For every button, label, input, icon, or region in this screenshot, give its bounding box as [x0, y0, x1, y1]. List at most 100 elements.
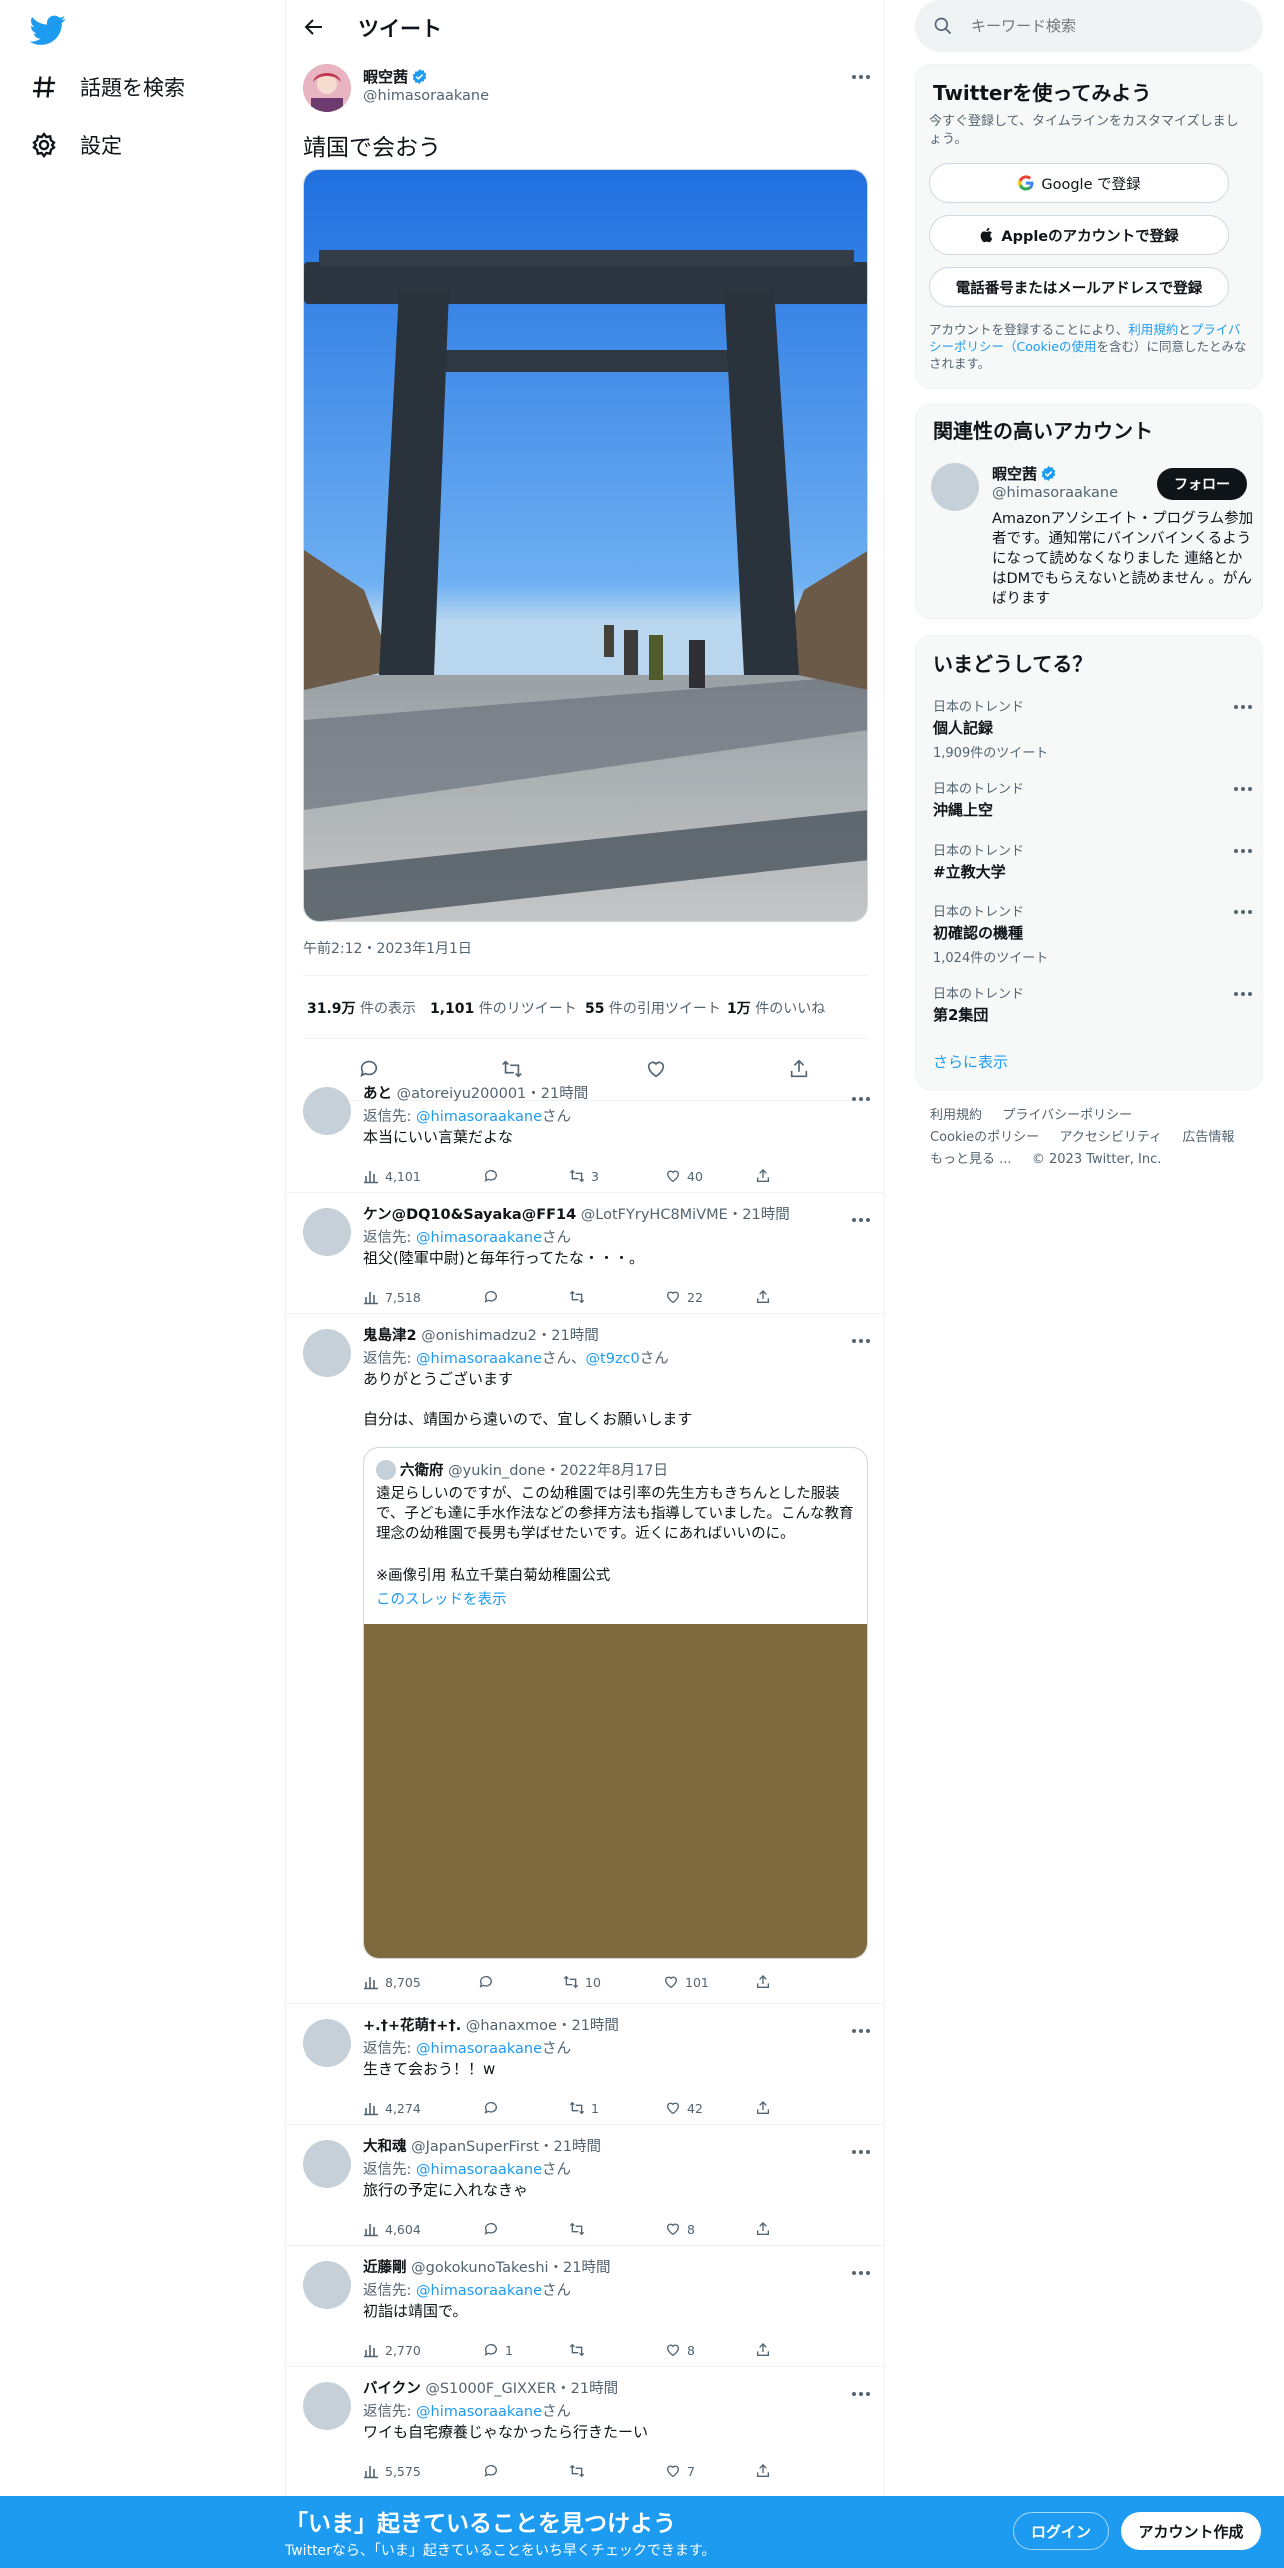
trend-item[interactable]: 日本のトレンド #立教大学	[933, 840, 1253, 882]
more-options-icon[interactable]	[1233, 848, 1253, 854]
back-arrow-icon[interactable]	[302, 15, 326, 39]
more-options-icon[interactable]	[1233, 786, 1253, 792]
search-input[interactable]	[971, 13, 1241, 39]
show-more-link[interactable]: さらに表示	[933, 1051, 1008, 1072]
avatar[interactable]	[303, 1087, 351, 1135]
views-button[interactable]: 4,274	[363, 2100, 421, 2116]
views-button[interactable]: 4,101	[363, 1168, 421, 1184]
like-button[interactable]: 22	[665, 1289, 703, 1305]
quote-tweet[interactable]: 六衛府 @yukin_done・2022年8月17日 遠足らしいのですが、この幼…	[363, 1447, 868, 1959]
share-button[interactable]	[755, 2221, 771, 2237]
author-name[interactable]: 暇空茜	[363, 68, 408, 86]
apple-signup-button[interactable]: Appleのアカウントで登録	[929, 215, 1229, 255]
avatar[interactable]	[303, 2261, 351, 2309]
reply-button[interactable]	[483, 2100, 505, 2116]
avatar[interactable]	[303, 2140, 351, 2188]
nav-settings[interactable]: 設定	[30, 130, 122, 160]
tweet-timestamp[interactable]: 午前2:12・2023年1月1日	[303, 938, 472, 958]
views-button[interactable]: 5,575	[363, 2463, 421, 2479]
retweet-button[interactable]	[569, 2221, 591, 2237]
more-options-icon[interactable]	[1233, 704, 1253, 710]
reply-button[interactable]	[478, 1974, 500, 1990]
author-name-row[interactable]: 暇空茜	[363, 66, 428, 87]
share-button[interactable]	[755, 2342, 771, 2358]
share-button[interactable]	[755, 1974, 771, 1990]
google-signup-button[interactable]: Google で登録	[929, 163, 1229, 203]
login-button[interactable]: ログイン	[1013, 2512, 1109, 2550]
more-options-icon[interactable]	[851, 1096, 871, 1102]
more-options-icon[interactable]	[851, 1217, 871, 1223]
retweet-button[interactable]: 10	[563, 1974, 601, 1990]
retweet-button[interactable]	[569, 1289, 591, 1305]
create-account-button[interactable]: アカウント作成	[1121, 2512, 1261, 2550]
avatar[interactable]	[303, 1208, 351, 1256]
share-button[interactable]	[755, 1168, 771, 1184]
footer-accessibility[interactable]: アクセシビリティ	[1059, 1130, 1162, 1145]
trend-item[interactable]: 日本のトレンド 沖縄上空	[933, 778, 1253, 820]
reply-tweet[interactable]: 大和魂 @JapanSuperFirst・21時間 返信先: @himasora…	[286, 2125, 884, 2246]
retweet-button[interactable]: 1	[569, 2100, 599, 2116]
reply-tweet[interactable]: +.†+花萌†+†. @hanaxmoe・21時間 返信先: @himasora…	[286, 2004, 884, 2125]
search-box[interactable]	[915, 0, 1263, 52]
quote-image[interactable]	[364, 1624, 867, 1958]
reply-button[interactable]	[483, 1168, 505, 1184]
retweets-stat[interactable]: 1,101 件のリツイート	[430, 998, 577, 1018]
more-options-icon[interactable]	[851, 2149, 871, 2155]
views-button[interactable]: 4,604	[363, 2221, 421, 2237]
share-button[interactable]	[755, 2463, 771, 2479]
reply-tweet[interactable]: あと @atoreiyu200001・21時間 返信先: @himasoraak…	[286, 1072, 884, 1193]
reply-button[interactable]: 1	[483, 2342, 513, 2358]
twitter-logo-icon[interactable]	[30, 12, 66, 48]
trend-item[interactable]: 日本のトレンド 初確認の機種 1,024件のツイート	[933, 901, 1253, 966]
footer-privacy[interactable]: プライバシーポリシー	[1002, 1108, 1132, 1123]
more-options-icon[interactable]	[1233, 991, 1253, 997]
reply-button[interactable]	[483, 2463, 505, 2479]
nav-explore[interactable]: 話題を検索	[30, 72, 185, 102]
related-handle[interactable]: @himasoraakane	[992, 485, 1118, 501]
views-button[interactable]: 7,518	[363, 1289, 421, 1305]
avatar[interactable]	[303, 2019, 351, 2067]
like-button[interactable]: 8	[665, 2221, 695, 2237]
footer-more[interactable]: もっと見る ...	[930, 1152, 1012, 1167]
related-name-row[interactable]: 暇空茜	[992, 463, 1057, 484]
like-button[interactable]: 7	[665, 2463, 695, 2479]
follow-button[interactable]: フォロー	[1157, 468, 1247, 500]
more-options-icon[interactable]	[851, 74, 871, 80]
related-name[interactable]: 暇空茜	[992, 465, 1037, 483]
footer-terms[interactable]: 利用規約	[930, 1108, 982, 1123]
trend-item[interactable]: 日本のトレンド 個人記録 1,909件のツイート	[933, 696, 1253, 761]
tweet-photo[interactable]	[303, 169, 868, 922]
like-button[interactable]: 42	[665, 2100, 703, 2116]
reply-tweet[interactable]: バイクン @S1000F_GIXXER・21時間 返信先: @himasoraa…	[286, 2367, 884, 2496]
more-options-icon[interactable]	[851, 2391, 871, 2397]
retweet-button[interactable]	[569, 2463, 591, 2479]
likes-stat[interactable]: 1万 件のいいね	[727, 998, 825, 1018]
phone-signup-button[interactable]: 電話番号またはメールアドレスで登録	[929, 267, 1229, 307]
views-button[interactable]: 8,705	[363, 1974, 421, 1990]
retweet-button[interactable]	[569, 2342, 591, 2358]
quotes-stat[interactable]: 55 件の引用ツイート	[585, 998, 721, 1018]
like-button[interactable]: 8	[665, 2342, 695, 2358]
author-handle[interactable]: @himasoraakane	[363, 88, 489, 104]
avatar[interactable]	[303, 1329, 351, 1377]
author-avatar[interactable]	[303, 64, 351, 112]
avatar[interactable]	[931, 463, 979, 511]
more-options-icon[interactable]	[1233, 909, 1253, 915]
like-button[interactable]: 101	[663, 1974, 709, 1990]
footer-ads[interactable]: 広告情報	[1182, 1130, 1234, 1145]
avatar[interactable]	[303, 2382, 351, 2430]
more-options-icon[interactable]	[851, 2270, 871, 2276]
reply-tweet[interactable]: 鬼島津2 @onishimadzu2・21時間 返信先: @himasoraak…	[286, 1314, 884, 2004]
retweet-button[interactable]: 3	[569, 1168, 599, 1184]
views-button[interactable]: 2,770	[363, 2342, 421, 2358]
reply-tweet[interactable]: 近藤剛 @gokokunoTakeshi・21時間 返信先: @himasora…	[286, 2246, 884, 2367]
share-button[interactable]	[755, 1289, 771, 1305]
trend-item[interactable]: 日本のトレンド 第2集団	[933, 983, 1253, 1025]
more-options-icon[interactable]	[851, 1338, 871, 1344]
reply-tweet[interactable]: ケン@DQ10&Sayaka@FF14 @LotFYryHC8MiVME・21時…	[286, 1193, 884, 1314]
show-thread-link[interactable]: このスレッドを表示	[376, 1588, 507, 1609]
reply-button[interactable]	[483, 2221, 505, 2237]
more-options-icon[interactable]	[851, 2028, 871, 2034]
share-button[interactable]	[755, 2100, 771, 2116]
like-button[interactable]: 40	[665, 1168, 703, 1184]
